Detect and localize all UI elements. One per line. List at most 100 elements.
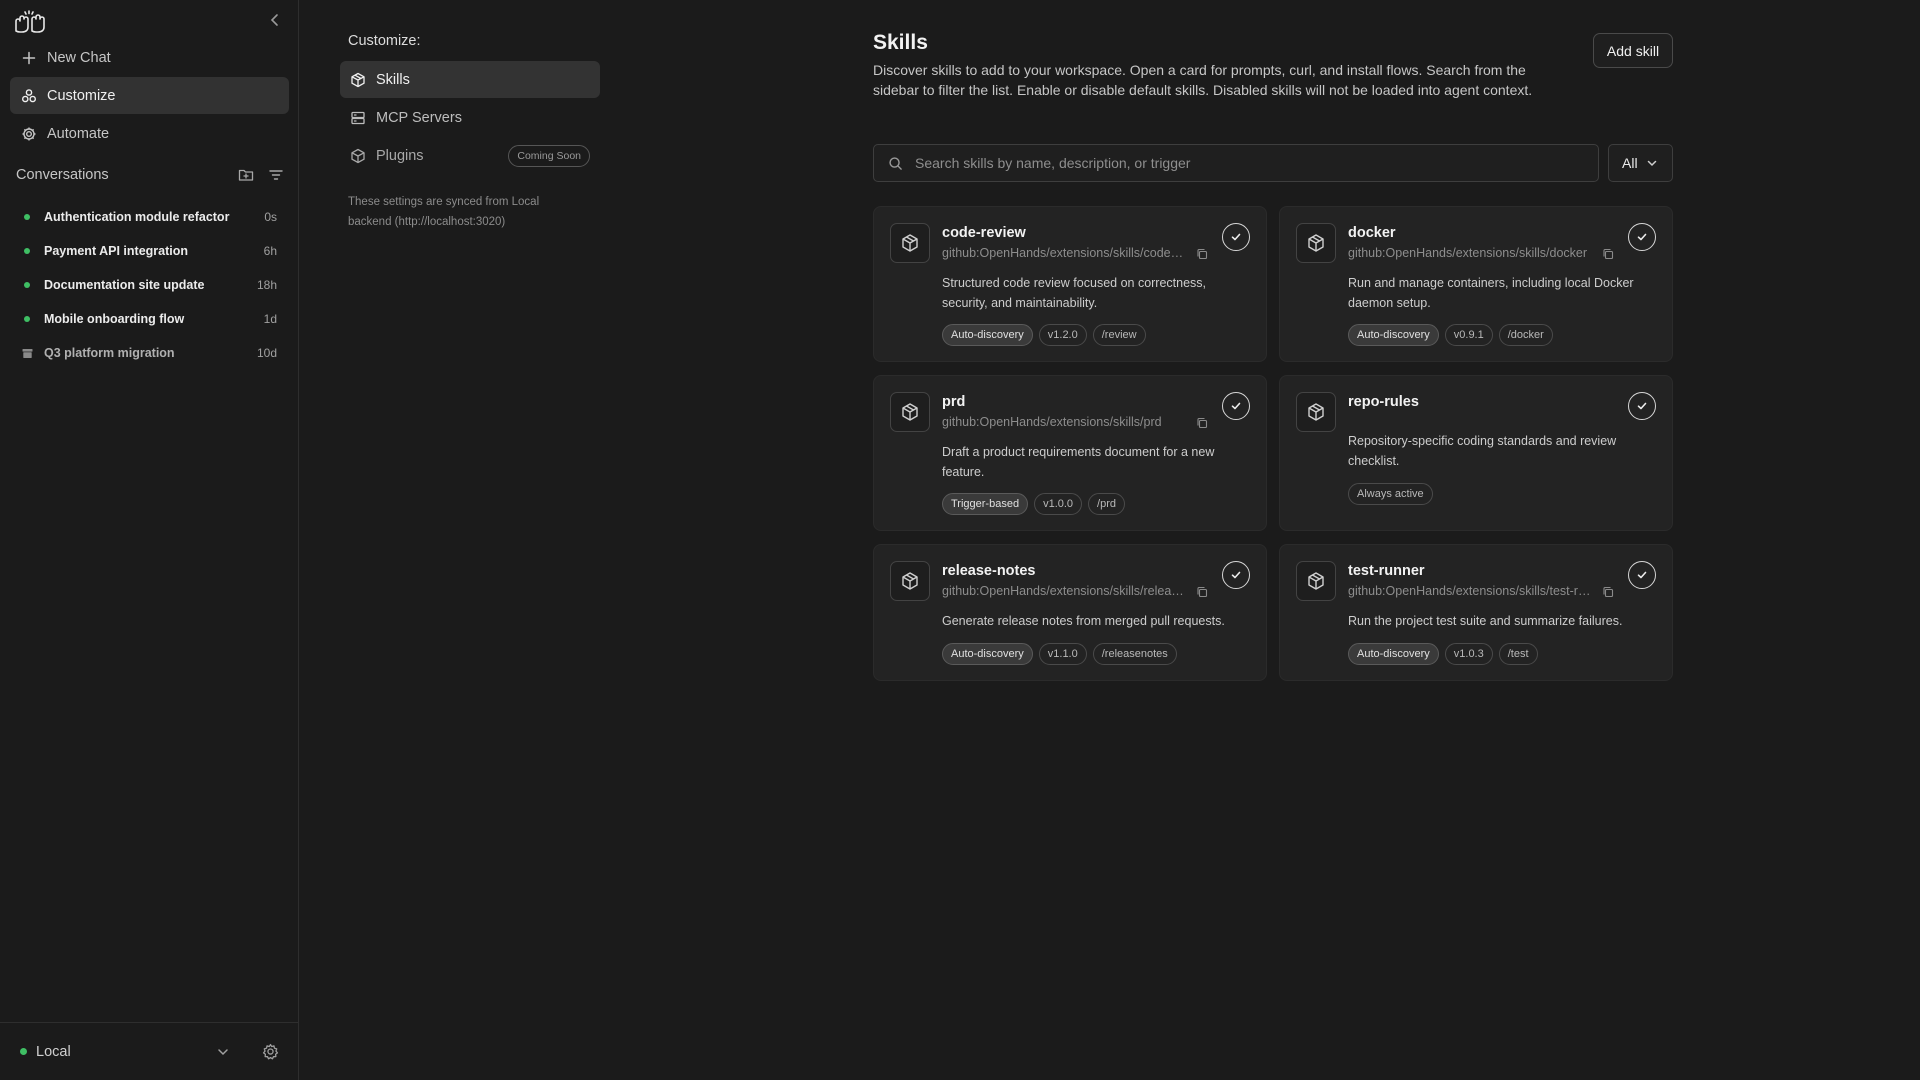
conversation-time: 10d bbox=[256, 346, 277, 360]
conversation-time: 0s bbox=[264, 210, 277, 224]
search-icon bbox=[889, 156, 902, 170]
copy-icon[interactable] bbox=[1196, 248, 1208, 260]
archive-icon bbox=[22, 348, 33, 359]
customize-nav-item[interactable]: Customize bbox=[10, 77, 289, 114]
skill-filter-select[interactable]: All bbox=[1608, 144, 1673, 182]
copy-icon[interactable] bbox=[1602, 248, 1614, 260]
skill-name: repo-rules bbox=[1348, 394, 1419, 410]
automate-nav-item[interactable]: Automate bbox=[10, 115, 289, 152]
skill-enabled-toggle[interactable] bbox=[1222, 392, 1250, 420]
skill-enabled-toggle[interactable] bbox=[1628, 223, 1656, 251]
plugins-menu-label: Plugins bbox=[376, 147, 424, 164]
skills-menu-item[interactable]: Skills bbox=[340, 61, 600, 98]
conversation-name: Authentication module refactor bbox=[44, 210, 230, 224]
checkmark-icon bbox=[1637, 233, 1647, 241]
skill-name: docker bbox=[1348, 225, 1396, 241]
add-skill-button[interactable]: Add skill bbox=[1593, 33, 1673, 68]
checkmark-icon bbox=[1637, 402, 1647, 410]
skill-version-tag: v1.2.0 bbox=[1038, 324, 1087, 346]
new-chat-button[interactable]: New Chat bbox=[10, 39, 289, 76]
skill-description: Structured code review focused on correc… bbox=[942, 276, 1207, 310]
skill-trigger-tag: /test bbox=[1498, 643, 1538, 665]
conversation-item[interactable]: Payment API integration 6h bbox=[0, 234, 299, 268]
skill-name: code-review bbox=[942, 225, 1026, 241]
checkmark-icon bbox=[1231, 233, 1241, 241]
skill-card-docker[interactable]: docker github:OpenHands/extensions/skill… bbox=[1279, 206, 1673, 362]
environment-selector[interactable]: Local bbox=[36, 1044, 216, 1060]
conversation-name: Payment API integration bbox=[44, 244, 189, 258]
active-status-dot bbox=[24, 282, 30, 288]
skill-type-tag: Trigger-based bbox=[942, 493, 1029, 515]
skill-description: Generate release notes from merged pull … bbox=[942, 614, 1225, 628]
sync-note: These settings are synced from Local bac… bbox=[348, 196, 540, 228]
conversation-item[interactable]: Q3 platform migration 10d bbox=[0, 336, 299, 370]
chevron-down-icon[interactable] bbox=[216, 1045, 230, 1059]
skill-version-tag: v1.1.0 bbox=[1038, 643, 1087, 665]
skill-enabled-toggle[interactable] bbox=[1222, 223, 1250, 251]
conversation-name: Documentation site update bbox=[44, 278, 205, 292]
skill-cube-icon bbox=[890, 223, 930, 263]
skill-cube-icon bbox=[1296, 392, 1336, 432]
skill-card-prd[interactable]: prd github:OpenHands/extensions/skills/p… bbox=[873, 375, 1267, 531]
skill-card-test-runner[interactable]: test-runner github:OpenHands/extensions/… bbox=[1279, 544, 1673, 681]
customize-label: Customize bbox=[47, 87, 116, 104]
skill-trigger-tag: /prd bbox=[1088, 493, 1126, 515]
openhands-logo-icon[interactable] bbox=[12, 9, 48, 35]
copy-icon[interactable] bbox=[1196, 417, 1208, 429]
skill-version-tag: v1.0.3 bbox=[1444, 643, 1493, 665]
skill-source: github:OpenHands/extensions/skills/test-… bbox=[1348, 584, 1592, 598]
conversation-item[interactable]: Mobile onboarding flow 1d bbox=[0, 302, 299, 336]
skill-card-release-notes[interactable]: release-notes github:OpenHands/extension… bbox=[873, 544, 1267, 681]
skill-enabled-toggle[interactable] bbox=[1628, 561, 1656, 589]
plugins-menu-item: Plugins Coming Soon bbox=[340, 137, 600, 174]
skill-description: Draft a product requirements document fo… bbox=[942, 445, 1215, 479]
new-folder-icon[interactable] bbox=[238, 167, 254, 183]
skill-source: github:OpenHands/extensions/skills/prd bbox=[942, 415, 1162, 429]
skill-trigger-tag: /releasenotes bbox=[1092, 643, 1177, 665]
checkmark-icon bbox=[1231, 402, 1241, 410]
skill-source: github:OpenHands/extensions/skills/relea… bbox=[942, 584, 1186, 598]
package-icon bbox=[351, 148, 365, 163]
collapse-sidebar-chevron-icon[interactable] bbox=[266, 11, 284, 29]
chevron-down-icon bbox=[1647, 160, 1656, 167]
skill-description: Run and manage containers, including loc… bbox=[1348, 276, 1634, 310]
gear-icon[interactable] bbox=[262, 1043, 279, 1060]
skill-card-repo-rules[interactable]: repo-rules Repository-specific coding st… bbox=[1279, 375, 1673, 531]
skill-cube-icon bbox=[890, 392, 930, 432]
skill-trigger-tag: /review bbox=[1092, 324, 1146, 346]
skill-description: Run the project test suite and summarize… bbox=[1348, 614, 1623, 628]
skill-tags: Auto-discovery v0.9.1 /docker bbox=[1348, 324, 1553, 346]
coming-soon-badge: Coming Soon bbox=[508, 145, 590, 167]
automate-icon bbox=[22, 127, 36, 140]
skill-name: prd bbox=[942, 394, 966, 410]
filter-value: All bbox=[1622, 155, 1638, 171]
conversations-title: Conversations bbox=[16, 167, 109, 183]
skill-type-tag: Auto-discovery bbox=[942, 643, 1033, 665]
conversation-time: 6h bbox=[263, 244, 277, 258]
copy-icon[interactable] bbox=[1196, 586, 1208, 598]
conversation-item[interactable]: Authentication module refactor 0s bbox=[0, 200, 299, 234]
automate-label: Automate bbox=[47, 125, 110, 142]
skill-type-tag: Auto-discovery bbox=[942, 324, 1033, 346]
checkmark-icon bbox=[1637, 571, 1647, 579]
sidebar: New Chat Customize Automate Conversation… bbox=[0, 0, 299, 1080]
sidebar-footer: Local bbox=[0, 1022, 299, 1080]
conversation-time: 18h bbox=[256, 278, 277, 292]
conversation-item[interactable]: Documentation site update 18h bbox=[0, 268, 299, 302]
skill-version-tag: v0.9.1 bbox=[1444, 324, 1493, 346]
customize-icon bbox=[22, 88, 37, 102]
skill-enabled-toggle[interactable] bbox=[1628, 392, 1656, 420]
skill-type-tag: Auto-discovery bbox=[1348, 643, 1439, 665]
mcp-servers-menu-item[interactable]: MCP Servers bbox=[340, 99, 600, 136]
skill-type-tag: Auto-discovery bbox=[1348, 324, 1439, 346]
skill-card-code-review[interactable]: code-review github:OpenHands/extensions/… bbox=[873, 206, 1267, 362]
skill-tags: Auto-discovery v1.2.0 /review bbox=[942, 324, 1146, 346]
filter-icon[interactable] bbox=[268, 167, 284, 183]
skill-type-tag: Always active bbox=[1348, 483, 1433, 505]
new-chat-label: New Chat bbox=[47, 49, 111, 66]
copy-icon[interactable] bbox=[1602, 586, 1614, 598]
search-input[interactable] bbox=[915, 155, 1598, 171]
conversation-name: Q3 platform migration bbox=[44, 346, 175, 360]
active-status-dot bbox=[24, 248, 30, 254]
skill-enabled-toggle[interactable] bbox=[1222, 561, 1250, 589]
